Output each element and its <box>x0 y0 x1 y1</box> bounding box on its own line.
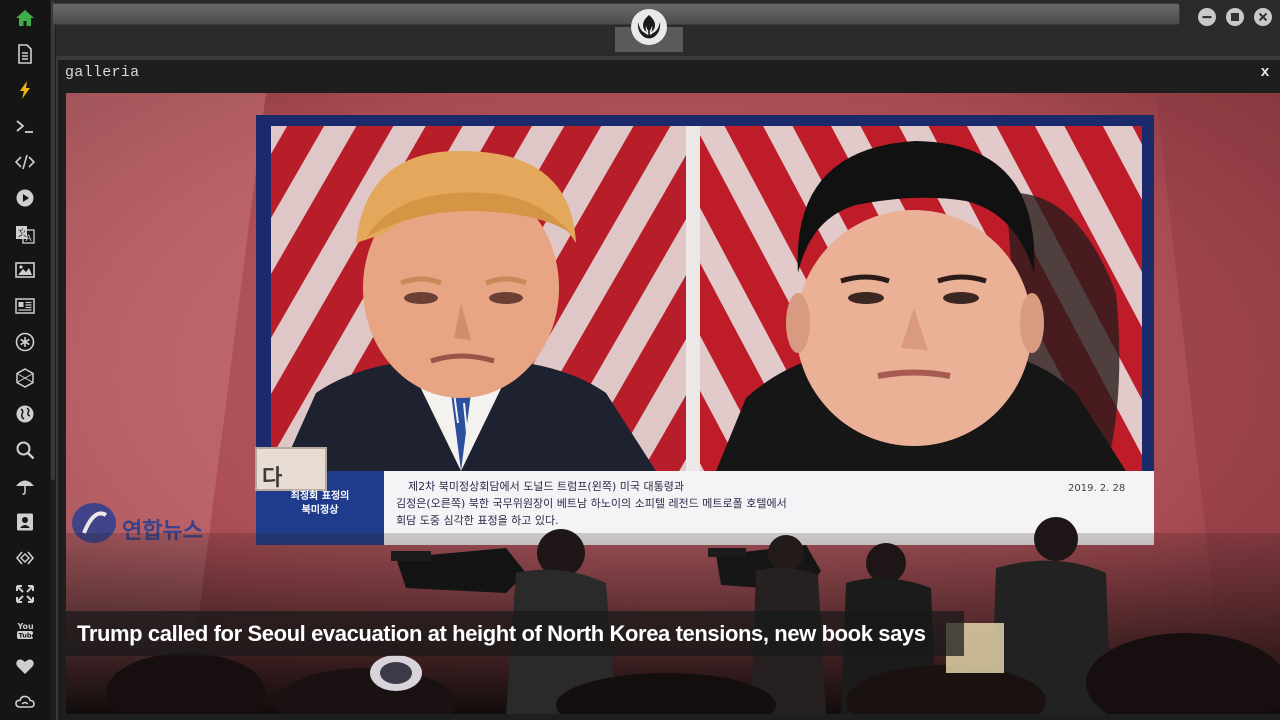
svg-text:You: You <box>17 622 35 631</box>
banner-line-2: 김정은(오른쪽) 북한 국무위원장이 베트남 하노이의 소피텔 레전드 메트로폴… <box>396 496 787 510</box>
code-icon[interactable] <box>13 150 37 174</box>
umbrella-icon[interactable] <box>13 474 37 498</box>
heart-icon[interactable] <box>13 654 37 678</box>
image-icon[interactable] <box>13 258 37 282</box>
hexagon-icon[interactable] <box>13 366 37 390</box>
asterisk-icon[interactable] <box>13 330 37 354</box>
lightning-icon[interactable] <box>13 78 37 102</box>
globe-icon[interactable] <box>13 402 37 426</box>
panel-title: galleria <box>65 64 140 81</box>
banner-tag: 다 <box>262 466 283 491</box>
rebel-alliance-icon <box>631 9 667 45</box>
minimize-button[interactable] <box>1198 8 1216 26</box>
maximize-icon <box>1231 13 1239 21</box>
svg-text:Tube: Tube <box>19 632 36 640</box>
minimize-icon <box>1202 16 1212 19</box>
expand-icon[interactable] <box>13 582 37 606</box>
play-icon[interactable] <box>13 186 37 210</box>
news-icon[interactable] <box>13 294 37 318</box>
network-icon[interactable] <box>13 546 37 570</box>
svg-text:A: A <box>26 234 33 244</box>
banner-line-3: 회담 도중 심각한 표정을 하고 있다. <box>396 513 559 527</box>
search-icon[interactable] <box>13 438 37 462</box>
sidebar: 文A You Tube <box>0 0 50 720</box>
translate-icon[interactable]: 文A <box>13 222 37 246</box>
photo-caption: Trump called for Seoul evacuation at hei… <box>66 611 964 656</box>
window-close-button[interactable] <box>1254 8 1272 26</box>
terminal-icon[interactable] <box>13 114 37 138</box>
home-icon[interactable] <box>13 6 37 30</box>
maximize-button[interactable] <box>1226 8 1244 26</box>
banner-line-1: 제2차 북미정상회담에서 도널드 트럼프(왼쪽) 미국 대통령과 <box>408 479 684 493</box>
cloud-icon[interactable] <box>13 690 37 714</box>
panel-close-button[interactable]: x <box>1256 64 1274 82</box>
document-icon[interactable] <box>13 42 37 66</box>
banner-sub-2: 북미정상 <box>302 503 340 516</box>
caption-text: Trump called for Seoul evacuation at hei… <box>77 621 926 646</box>
address-bar[interactable] <box>52 3 1180 25</box>
sidebar-scroll-thumb[interactable] <box>51 0 55 480</box>
contact-icon[interactable] <box>13 510 37 534</box>
banner-date: 2019. 2. 28 <box>1068 483 1125 494</box>
close-icon <box>1258 12 1268 22</box>
banner-sub-1: 최정회 표정의 <box>291 489 350 502</box>
youtube-icon[interactable]: You Tube <box>13 618 37 642</box>
